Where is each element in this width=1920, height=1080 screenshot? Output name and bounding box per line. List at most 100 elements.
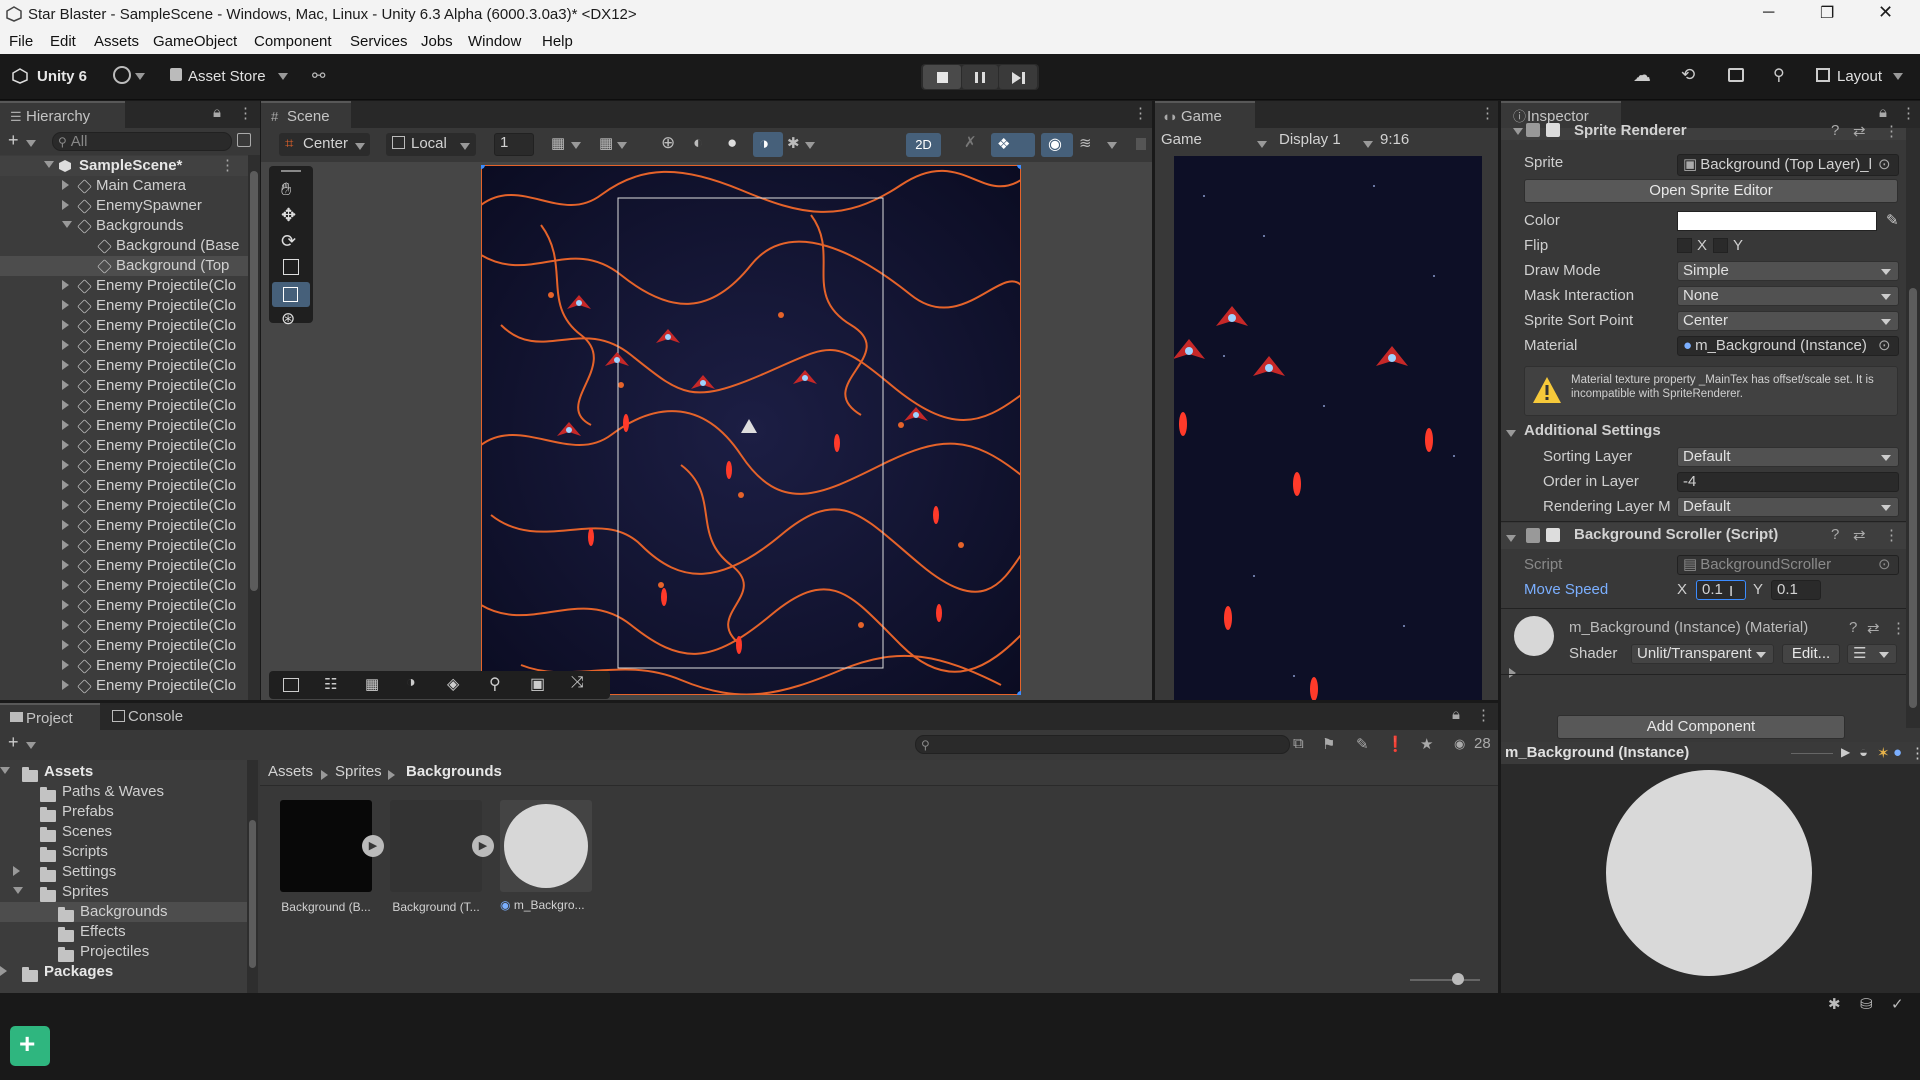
scale-tool-icon[interactable]: [283, 259, 299, 275]
menu-component[interactable]: Component: [254, 33, 332, 50]
project-kebab-icon[interactable]: ⋮: [1476, 706, 1491, 724]
expand-arrow-icon[interactable]: [62, 316, 69, 336]
hierarchy-item[interactable]: Enemy Projectile(Clo: [0, 276, 248, 296]
expand-arrow-icon[interactable]: [62, 556, 69, 576]
hierarchy-item[interactable]: Enemy Projectile(Clo: [0, 376, 248, 396]
transform-tool-icon[interactable]: ⊛: [281, 309, 295, 329]
stop-button[interactable]: [923, 65, 961, 89]
add-dropdown-icon[interactable]: [26, 136, 36, 153]
overlay-shuffle-icon[interactable]: ⤨: [571, 674, 584, 692]
debug-dropdown-icon[interactable]: [805, 138, 815, 155]
grid-snap-icon[interactable]: ▦: [551, 134, 565, 152]
order-in-layer-input[interactable]: -4: [1677, 472, 1899, 492]
material-kebab-icon[interactable]: ⋮: [1891, 619, 1906, 637]
scene-view[interactable]: ⌗ Center Local 1 ▦ ▦ ⊕ ◐ ● ◑ ✱ 2D ✗ ❖ ◉ ≋…: [261, 128, 1152, 700]
hierarchy-item[interactable]: Enemy Projectile(Clo: [0, 556, 248, 576]
add-component-button[interactable]: Add Component: [1557, 715, 1845, 739]
additional-settings-foldout[interactable]: Additional Settings: [1524, 422, 1661, 439]
restore-button[interactable]: ❐: [1820, 3, 1834, 23]
hierarchy-item[interactable]: Enemy Projectile(Clo: [0, 316, 248, 336]
expand-arrow-icon[interactable]: [62, 496, 69, 516]
expand-arrow-icon[interactable]: [62, 416, 69, 436]
debug-mode-icon[interactable]: ✱: [1828, 995, 1841, 1013]
search-by-type-icon[interactable]: ⧉: [1293, 735, 1304, 752]
hierarchy-item[interactable]: Enemy Projectile(Clo: [0, 616, 248, 636]
shader-options-dropdown[interactable]: ☰: [1847, 644, 1897, 664]
tab-game[interactable]: ◖◗ Game: [1155, 101, 1255, 129]
shading-unlit-button[interactable]: ◑: [753, 132, 783, 157]
preview-play-icon[interactable]: ▶: [1841, 745, 1850, 759]
shader-dropdown[interactable]: Unlit/Transparent: [1631, 644, 1774, 664]
debug-draw-icon[interactable]: ✱: [787, 134, 800, 152]
tab-hierarchy[interactable]: ☰ Hierarchy: [0, 101, 125, 129]
asset-thumb-background-top[interactable]: [390, 800, 482, 892]
tab-scene[interactable]: # Scene: [261, 101, 351, 129]
scroller-enabled-checkbox[interactable]: [1546, 528, 1560, 542]
close-button[interactable]: ✕: [1878, 2, 1893, 23]
hierarchy-item[interactable]: Enemy Projectile(Clo: [0, 356, 248, 376]
hierarchy-item[interactable]: Enemy Projectile(Clo: [0, 396, 248, 416]
shader-edit-button[interactable]: Edit...: [1782, 644, 1840, 664]
grid-snap-dropdown-icon[interactable]: [571, 138, 581, 155]
hierarchy-item[interactable]: Enemy Projectile(Clo: [0, 416, 248, 436]
hierarchy-item[interactable]: Background (Base: [0, 236, 248, 256]
hierarchy-item[interactable]: Enemy Projectile(Clo: [0, 296, 248, 316]
move-speed-x-input[interactable]: 0.1: [1696, 580, 1746, 600]
material-field[interactable]: ● m_Background (Instance) ⊙: [1677, 336, 1899, 356]
overlay-align-icon[interactable]: ☷: [324, 675, 337, 693]
effects-toggle[interactable]: ❖: [991, 133, 1035, 157]
pivot-dropdown[interactable]: ⌗ Center: [279, 133, 370, 156]
version-control-icon[interactable]: ⚯: [312, 66, 325, 86]
cache-icon[interactable]: ⛁: [1860, 995, 1873, 1013]
folder-item[interactable]: Prefabs: [0, 802, 247, 822]
expand-arrow-icon[interactable]: [62, 376, 69, 396]
add-icon[interactable]: +: [8, 130, 19, 151]
account-icon[interactable]: [113, 66, 131, 84]
menu-jobs[interactable]: Jobs: [421, 33, 453, 50]
asset-thumb-background-base[interactable]: [280, 800, 372, 892]
expand-arrow-icon[interactable]: [62, 176, 69, 196]
inspector-lock-icon[interactable]: 🔒︎: [1879, 104, 1887, 121]
project-add-dropdown-icon[interactable]: [26, 738, 36, 755]
menu-window[interactable]: Window: [468, 33, 521, 50]
project-search-input[interactable]: ⚲: [915, 735, 1290, 754]
hierarchy-item[interactable]: Backgrounds: [0, 216, 248, 236]
breadcrumb-backgrounds[interactable]: Backgrounds: [406, 763, 502, 780]
overlay-contrast-icon[interactable]: ◑: [406, 674, 416, 692]
folder-expand-icon[interactable]: [0, 962, 7, 982]
folder-item[interactable]: Sprites: [0, 882, 247, 902]
folder-item[interactable]: Backgrounds: [0, 902, 247, 922]
scene-row[interactable]: SampleScene* ⋮: [0, 156, 248, 176]
hierarchy-item[interactable]: Enemy Projectile(Clo: [0, 576, 248, 596]
folder-item[interactable]: Packages: [0, 962, 247, 982]
hierarchy-item[interactable]: Main Camera: [0, 176, 248, 196]
scrollbar-thumb[interactable]: [250, 171, 258, 591]
preview-sphere-icon[interactable]: ●: [1893, 744, 1902, 761]
rendering-layer-dropdown[interactable]: Default: [1677, 497, 1899, 517]
kebab-menu-icon[interactable]: ⋮: [238, 104, 253, 122]
project-add-icon[interactable]: +: [8, 732, 19, 753]
move-tool-icon[interactable]: ✥: [281, 205, 296, 226]
search-icon[interactable]: ⚲: [1773, 65, 1785, 85]
scroller-preset-icon[interactable]: ⇄: [1853, 526, 1866, 544]
hierarchy-scrollbar[interactable]: [248, 155, 260, 700]
expand-arrow-icon[interactable]: [62, 596, 69, 616]
folder-item[interactable]: Paths & Waves: [0, 782, 247, 802]
tab-console[interactable]: Console: [102, 703, 202, 731]
status-check-icon[interactable]: ✓: [1891, 995, 1904, 1013]
step-button[interactable]: [999, 65, 1037, 89]
expand-arrow-icon[interactable]: [62, 516, 69, 536]
menu-gameobject[interactable]: GameObject: [153, 33, 237, 50]
expand-arrow-icon[interactable]: [62, 576, 69, 596]
component-kebab-icon[interactable]: ⋮: [1884, 122, 1899, 140]
hierarchy-item[interactable]: Background (Top: [0, 256, 248, 276]
layers-icon[interactable]: ≋: [1079, 134, 1092, 152]
app-launcher-button[interactable]: +: [10, 1026, 50, 1066]
preview-sphere[interactable]: [1606, 770, 1812, 976]
account-dropdown-icon[interactable]: [135, 69, 145, 86]
hierarchy-search-input[interactable]: ⚲ All: [52, 132, 232, 151]
asset-store-button[interactable]: Asset Store: [188, 68, 266, 85]
overlay-layers-icon[interactable]: ◈: [447, 674, 459, 694]
draw-mode-dropdown[interactable]: Simple: [1677, 261, 1899, 281]
preview-menu-icon[interactable]: ⋮: [1910, 744, 1920, 762]
